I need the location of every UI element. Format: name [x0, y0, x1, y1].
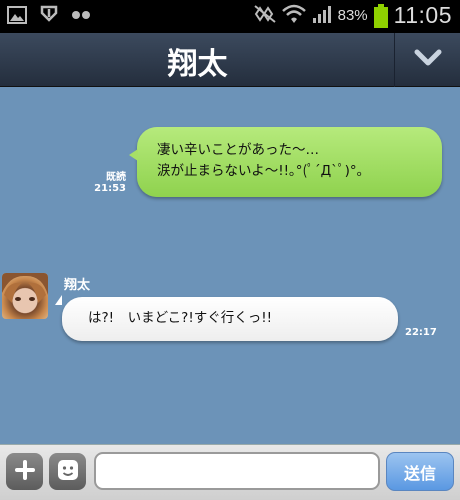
sender-name: 翔太: [64, 278, 91, 293]
sender-avatar[interactable]: [2, 273, 48, 319]
battery-icon: [373, 3, 388, 28]
message-input-bar: 送信: [0, 444, 460, 500]
message-input[interactable]: [94, 452, 380, 490]
emoji-icon: [56, 458, 80, 486]
menu-dropdown-button[interactable]: [395, 33, 460, 87]
chat-title: 翔太: [167, 47, 228, 82]
status-bar: 83% 11:05: [0, 0, 460, 33]
outgoing-message-text: 凄い辛いことがあった～… 涙が止まらないよ～!!｡°(ﾟ´Д`ﾟ)°｡: [157, 142, 364, 179]
add-attachment-button[interactable]: [6, 453, 43, 490]
status-bar-system: 83% 11:05: [253, 2, 452, 29]
outgoing-message-time: 21:53: [94, 183, 126, 194]
mute-icon: [253, 4, 276, 27]
plus-icon: [14, 459, 36, 485]
incoming-message-text: は?! いまどこ?!すぐ行くっ!!: [88, 310, 273, 326]
incoming-message-bubble[interactable]: は?! いまどこ?!すぐ行くっ!!: [55, 295, 398, 341]
battery-percent: 83%: [337, 7, 368, 24]
dots-icon: [70, 5, 92, 25]
wifi-icon: [281, 4, 306, 28]
emoji-button[interactable]: [49, 453, 86, 490]
status-time: 11:05: [393, 2, 452, 28]
gallery-icon: [6, 5, 28, 25]
download-icon: [38, 5, 60, 25]
incoming-message-time: 22:17: [405, 327, 437, 338]
chat-header: 翔太: [0, 33, 460, 87]
status-bar-notifications: [6, 5, 92, 25]
outgoing-message-bubble[interactable]: 凄い辛いことがあった～… 涙が止まらないよ～!!｡°(ﾟ´Д`ﾟ)°｡: [129, 127, 442, 197]
send-button[interactable]: 送信: [386, 452, 454, 491]
chevron-down-icon: [414, 49, 442, 71]
signal-icon: [312, 4, 332, 28]
read-receipt: 既読: [106, 172, 126, 183]
